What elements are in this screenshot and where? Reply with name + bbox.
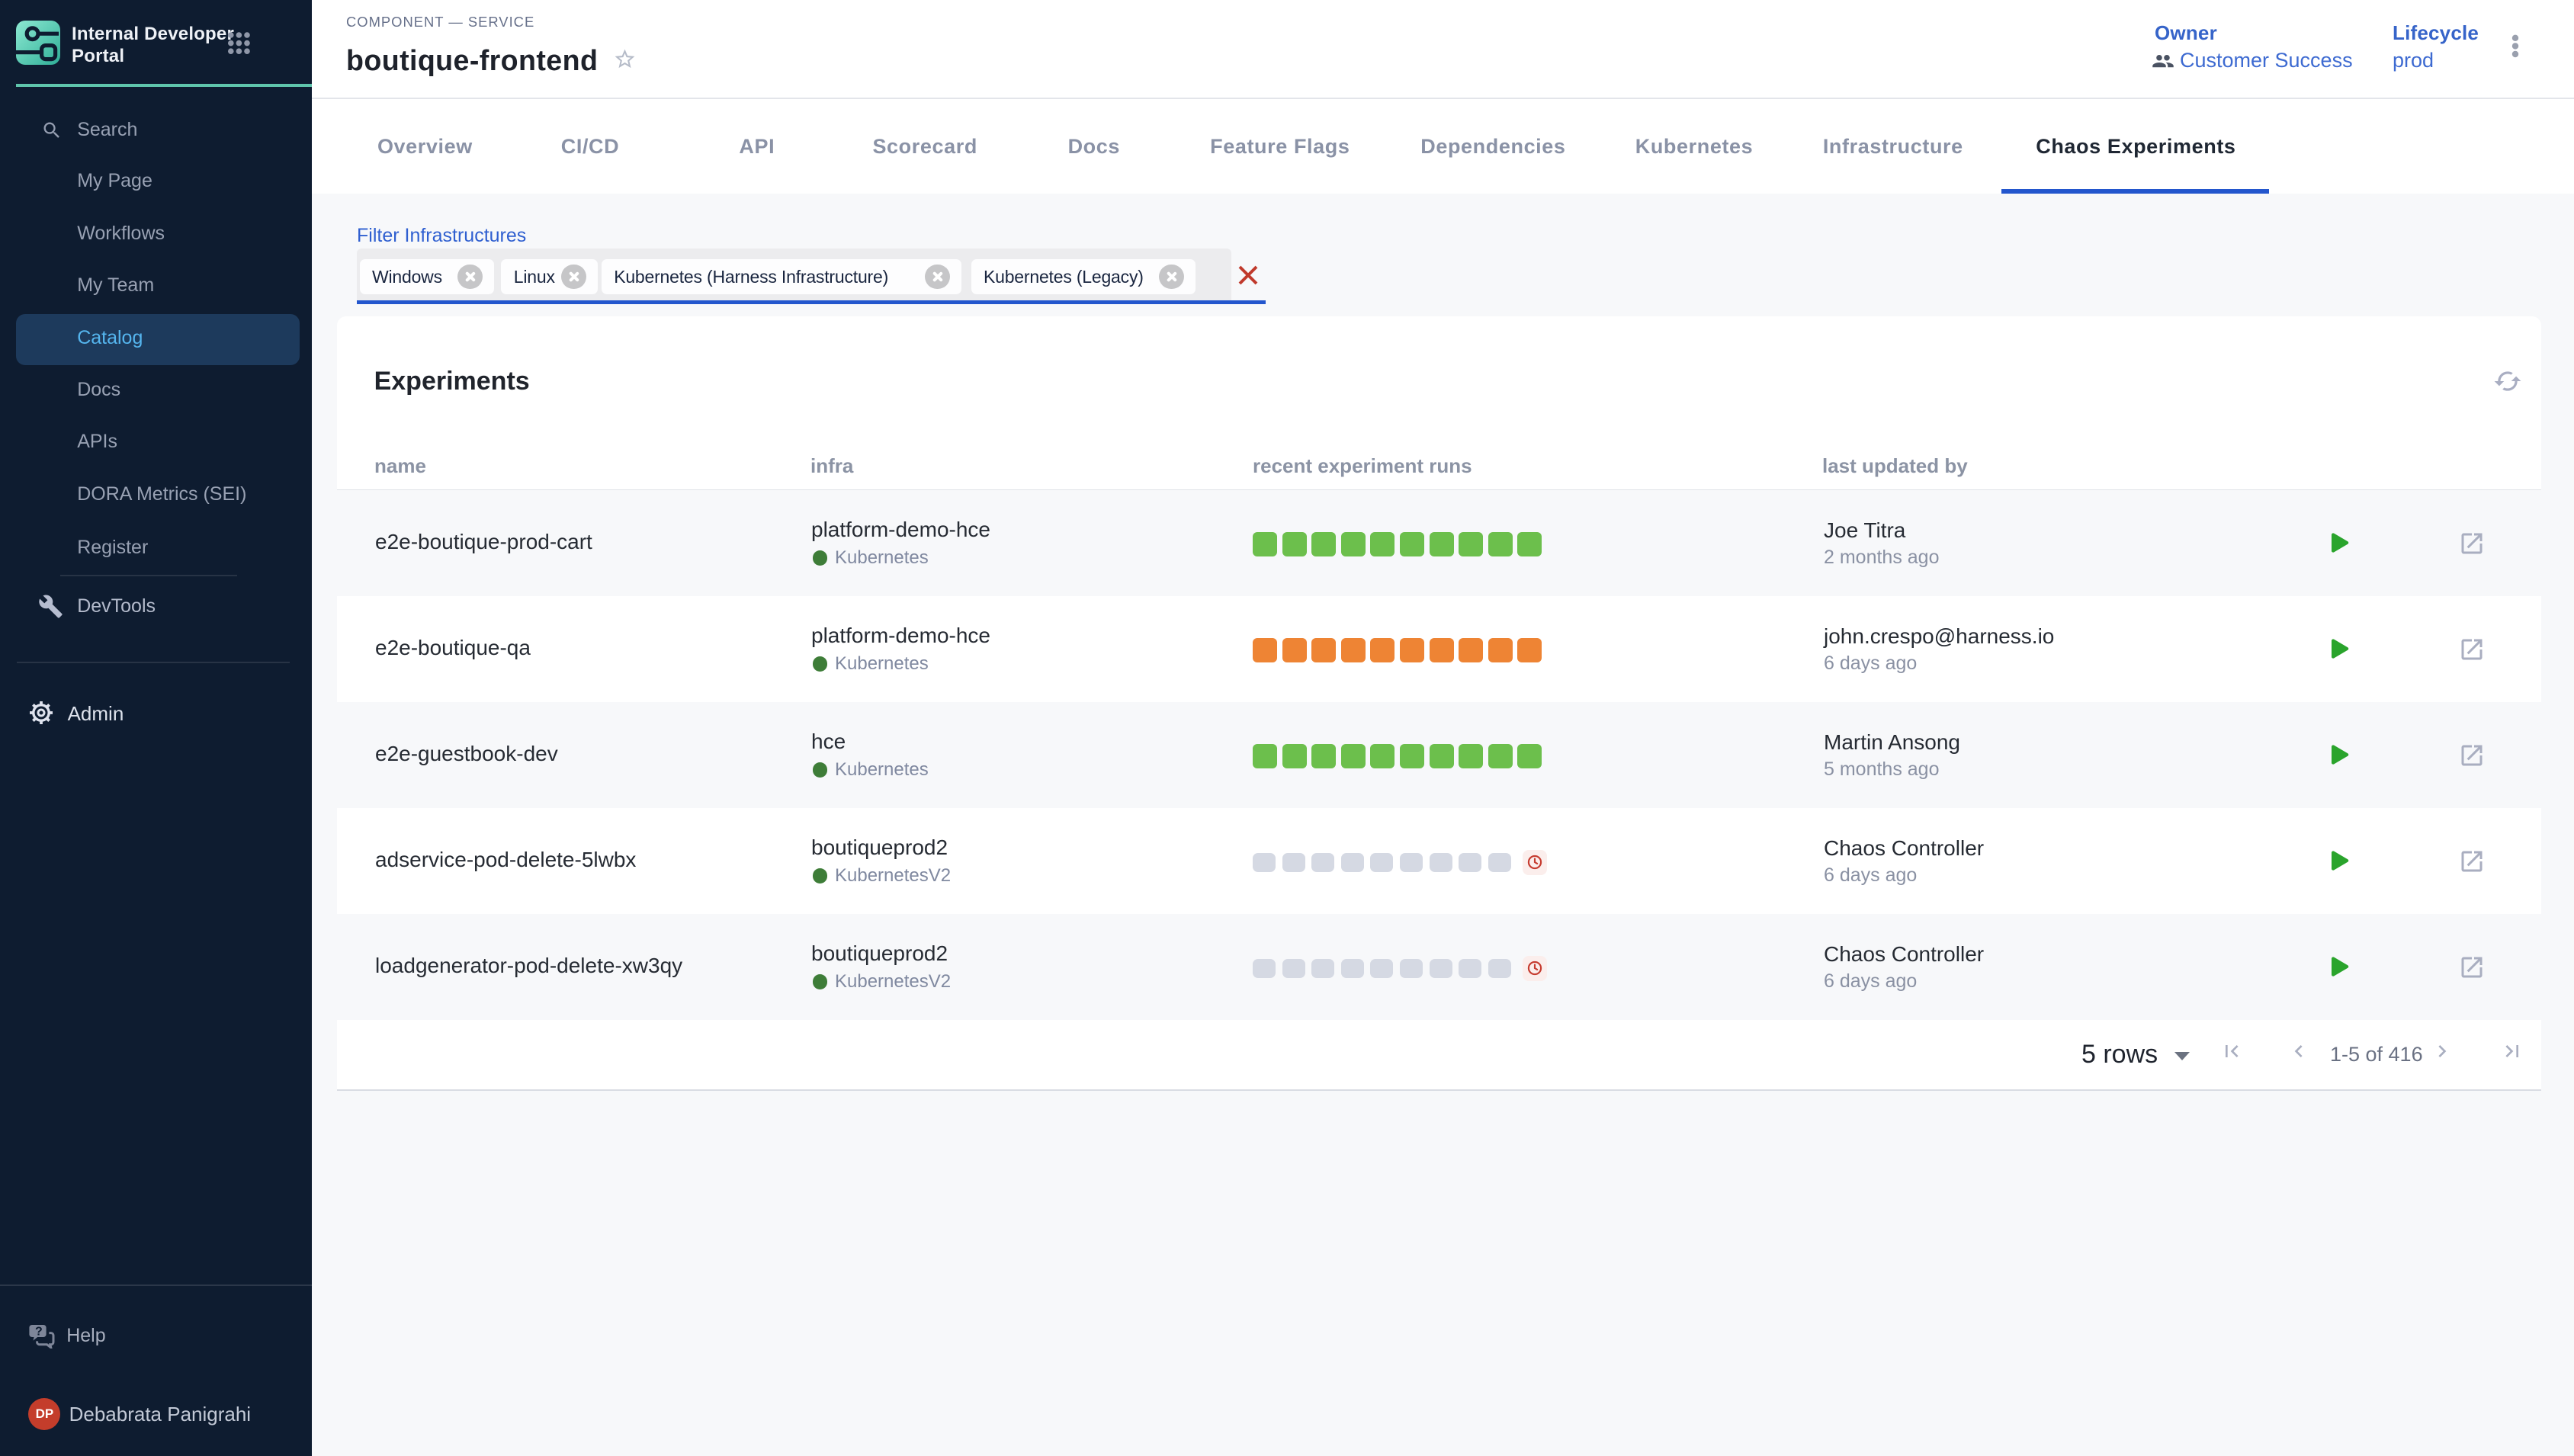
svg-text:?: ? [35, 1325, 43, 1338]
